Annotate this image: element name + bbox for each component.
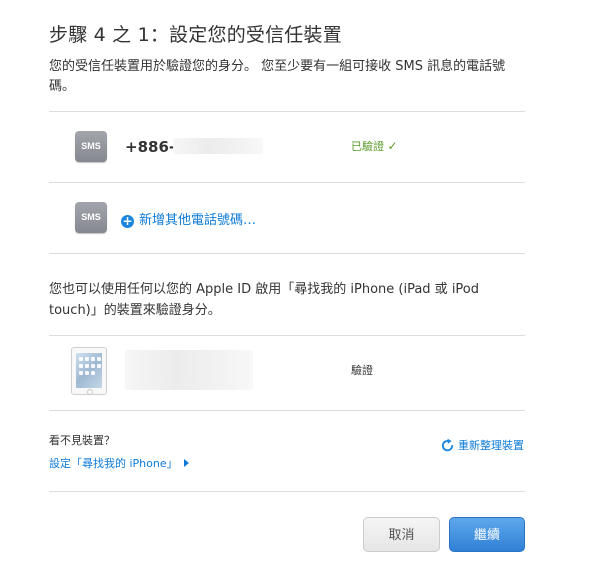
setup-find-my-iphone-link[interactable]: 設定「尋找我的 iPhone」	[49, 455, 189, 471]
intro-text: 您的受信任裝置用於驗證您的身分。 您至少要有一組可接收 SMS 訊息的電話號碼。	[49, 59, 506, 94]
refresh-label: 重新整理裝置	[458, 439, 524, 452]
find-my-iphone-description: 您也可以使用任何以您的 Apple ID 啟用「尋找我的 iPhone (iPa…	[49, 282, 480, 318]
verified-label: 已驗證	[351, 140, 384, 153]
add-phone-number-link[interactable]: + 新增其他電話號碼…	[121, 209, 256, 228]
phone-number: +886-	[125, 138, 176, 156]
setup-link-label: 設定「尋找我的 iPhone」	[49, 457, 178, 470]
page-title: 步驟 4 之 1：設定您的受信任裝置	[49, 24, 342, 46]
arrow-right-icon	[183, 459, 189, 467]
divider	[49, 410, 525, 411]
refresh-icon	[441, 438, 454, 452]
checkmark-icon: ✓	[387, 139, 398, 153]
divider	[49, 253, 525, 254]
ipad-screen	[76, 353, 102, 388]
verified-status: 已驗證 ✓	[351, 138, 398, 154]
missing-device-label: 看不見裝置？	[49, 434, 115, 447]
sms-icon: SMS	[75, 131, 107, 162]
sms-icon: SMS	[75, 202, 107, 233]
divider	[49, 335, 525, 336]
plus-circle-icon: +	[121, 214, 134, 228]
continue-button[interactable]: 繼續	[449, 517, 525, 552]
ipad-icon	[71, 347, 107, 395]
refresh-devices-link[interactable]: 重新整理裝置	[440, 437, 524, 453]
redacted-device-name	[125, 350, 253, 390]
device-verify-label[interactable]: 驗證	[351, 362, 373, 378]
redacted-phone-digits	[173, 138, 263, 154]
divider	[49, 491, 525, 492]
ipad-home-button	[87, 389, 93, 395]
divider	[49, 111, 525, 112]
add-phone-label: 新增其他電話號碼…	[139, 213, 257, 228]
cancel-button[interactable]: 取消	[363, 517, 440, 552]
divider	[49, 182, 525, 183]
